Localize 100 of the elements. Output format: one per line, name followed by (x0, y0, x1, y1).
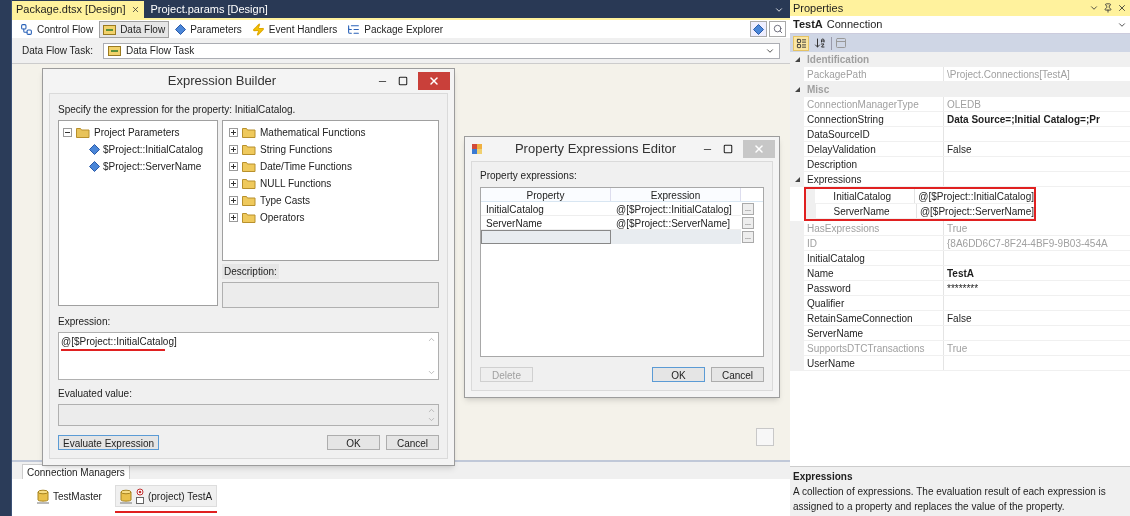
list-label: Property expressions: (480, 169, 578, 183)
lightning-icon (251, 22, 265, 36)
property-value[interactable]: @[$Project::ServerName] (916, 204, 1034, 218)
property-cell[interactable] (481, 230, 611, 244)
open-folder-icon (76, 127, 90, 138)
expand-icon[interactable] (229, 179, 238, 188)
folder-icon (242, 144, 256, 155)
expand-icon[interactable] (229, 213, 238, 222)
collapse-triangle-icon[interactable] (793, 86, 801, 93)
collapse-icon[interactable] (63, 128, 72, 137)
property-value[interactable]: TestA (944, 266, 975, 280)
designer-tab[interactable]: Event Handlers (247, 20, 342, 38)
property-value[interactable]: Data Source=;Initial Catalog=;Pr (944, 112, 1100, 126)
expression-text: @[$Project::InitialCatalog] (61, 335, 177, 349)
property-name[interactable]: Name (804, 266, 944, 280)
categorized-button[interactable] (793, 35, 809, 51)
connection-manager-item[interactable]: (project) TestA (114, 485, 218, 507)
designer-tab[interactable]: Parameters (171, 20, 246, 38)
tree-item[interactable]: NULL Functions (260, 176, 332, 191)
property-name[interactable]: ServerName (815, 204, 917, 218)
designer-tab[interactable]: Data Flow (99, 20, 170, 38)
flow-icon (20, 22, 33, 36)
tree-item[interactable]: Operators (260, 210, 305, 225)
property-cell[interactable]: InitialCatalog (481, 202, 611, 216)
diamond-icon (89, 144, 100, 155)
folder-icon (242, 195, 256, 206)
expand-icon[interactable] (229, 128, 238, 137)
tree-item[interactable]: $Project::InitialCatalog (103, 142, 204, 157)
maximize-icon[interactable] (723, 144, 733, 154)
dialog-title: Expression Builder (166, 72, 278, 91)
toolbar-button[interactable] (769, 21, 786, 37)
property-name[interactable]: Description (804, 157, 944, 171)
tree-icon (347, 22, 361, 36)
property-name[interactable]: ConnectionString (804, 112, 944, 126)
expand-icon[interactable] (229, 145, 238, 154)
close-icon[interactable] (131, 5, 141, 14)
expression-cell[interactable]: @[$Project::ServerName] (611, 216, 741, 230)
property-name[interactable]: InitialCatalog (804, 251, 944, 265)
cancel-button[interactable]: Cancel (386, 435, 439, 450)
property-value[interactable]: False (944, 142, 972, 156)
property-name[interactable]: UserName (804, 356, 944, 370)
ok-button[interactable]: OK (652, 367, 705, 382)
app-icon (471, 143, 483, 155)
expression-label: Expression: (58, 315, 112, 329)
close-icon (753, 143, 765, 155)
property-name[interactable]: Expressions (804, 172, 944, 186)
folder-icon (242, 178, 256, 189)
alphabetical-button[interactable] (812, 35, 828, 51)
diamond-icon (89, 161, 100, 172)
close-button[interactable] (418, 72, 450, 90)
tree-item[interactable]: $Project::ServerName (103, 159, 202, 174)
project-badge-icon (135, 488, 144, 504)
designer-tab[interactable]: Package Explorer (343, 20, 448, 38)
tree-item[interactable]: Project Parameters (94, 125, 180, 140)
pin-icon[interactable] (1103, 3, 1113, 13)
property-name[interactable]: InitialCatalog (815, 189, 916, 203)
panel-title: Properties (793, 0, 845, 16)
property-name[interactable]: ServerName (804, 326, 944, 340)
cancel-button[interactable]: Cancel (711, 367, 764, 382)
tab-label: Package.dtsx [Design] (16, 2, 126, 18)
diamond-icon (175, 23, 187, 35)
property-cell[interactable]: ServerName (481, 216, 611, 230)
collapse-triangle-icon[interactable] (793, 56, 801, 63)
document-tab[interactable]: Package.dtsx [Design] (12, 1, 145, 18)
maximize-icon[interactable] (398, 76, 408, 86)
tree-item[interactable]: String Functions (260, 142, 333, 157)
tree-item[interactable]: Type Casts (260, 193, 311, 208)
property-name[interactable]: DataSourceID (804, 127, 944, 141)
expand-icon[interactable] (229, 196, 238, 205)
property-name[interactable]: DelayValidation (804, 142, 944, 156)
task-dropdown[interactable]: Data Flow Task (102, 42, 780, 59)
property-value[interactable]: @[$Project::InitialCatalog] (915, 189, 1034, 203)
tree-item[interactable]: Date/Time Functions (260, 159, 352, 174)
column-header[interactable]: Property (481, 188, 611, 201)
expand-icon[interactable] (229, 162, 238, 171)
evaluated-value-label: Evaluated value: (58, 387, 133, 401)
property-name[interactable]: Password (804, 281, 944, 295)
dropdown-icon[interactable] (1089, 3, 1099, 13)
description-text: A collection of expressions. The evaluation result of each expression is assigned to a property and replaces the value of the property. (793, 485, 1107, 514)
close-icon (428, 75, 440, 87)
property-name[interactable]: RetainSameConnection (804, 311, 944, 325)
toolbar-button[interactable] (750, 21, 767, 37)
connection-manager-item[interactable]: TestMaster (32, 485, 107, 507)
property-value[interactable]: False (944, 311, 972, 325)
close-icon[interactable] (1117, 3, 1127, 13)
object-type: Connection (826, 17, 884, 33)
tree-item[interactable]: Mathematical Functions (260, 125, 366, 140)
property-name[interactable]: Qualifier (804, 296, 944, 310)
categorized-icon (795, 37, 807, 49)
evaluate-button[interactable]: Evaluate Expression (58, 435, 160, 450)
property-value[interactable]: ******** (944, 281, 979, 295)
expression-cell[interactable] (611, 230, 741, 244)
expression-cell[interactable]: @[$Project::InitialCatalog] (611, 202, 741, 216)
folder-icon (242, 161, 256, 172)
dropdown-icon[interactable] (774, 5, 784, 15)
designer-tab[interactable]: Control Flow (16, 20, 98, 38)
sort-az-icon (814, 37, 826, 49)
ok-button[interactable]: OK (327, 435, 380, 450)
search-icon (772, 24, 783, 34)
column-header[interactable]: Expression (611, 188, 741, 201)
